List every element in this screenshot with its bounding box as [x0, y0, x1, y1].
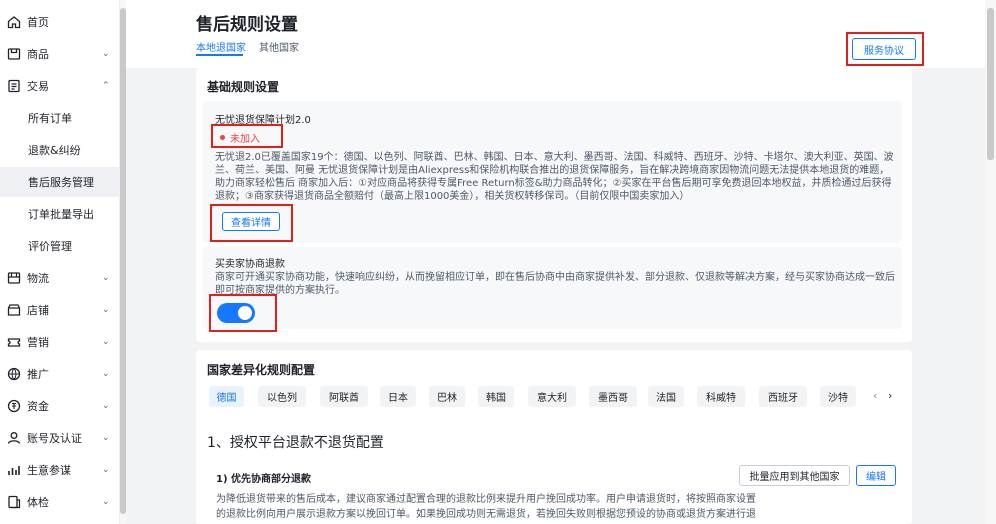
chevron-down-icon: ⌄: [102, 465, 110, 475]
main-scroll-thumb[interactable]: [987, 8, 994, 160]
country-tab-de[interactable]: 德国: [209, 386, 244, 407]
nav-label: 营销: [27, 336, 49, 349]
nav-label: 店铺: [27, 304, 49, 317]
country-tab-it[interactable]: 意大利: [528, 386, 576, 407]
nav-item-checkup[interactable]: 体检 ⌄: [0, 488, 120, 516]
nav-item-marketing[interactable]: 营销 ⌄: [0, 328, 120, 356]
chevron-down-icon: ⌄: [102, 337, 110, 347]
country-tab-fr[interactable]: 法国: [648, 386, 684, 407]
nav-item-home[interactable]: 首页: [0, 8, 120, 36]
guarantee-card: 无忧退货保障计划2.0 未加入 无忧退2.0已覆盖国家19个：德国、以色列、阿联…: [203, 101, 902, 243]
nav-label: 物流: [27, 272, 49, 285]
country-tab-il[interactable]: 以色列: [258, 386, 306, 407]
nav-label: 交易: [27, 80, 49, 93]
home-icon: [7, 16, 21, 29]
partial-refund-desc-line1: 为降低退货带来的售后成本，建议商家通过配置合理的退款比例来提升用户挽回成功率。用…: [216, 494, 756, 505]
section-title: 基础规则设置: [207, 80, 280, 94]
sidebar-scrollbar[interactable]: [120, 0, 126, 524]
country-tab-ae[interactable]: 阿联酋: [320, 386, 368, 407]
nav-item-store[interactable]: 店铺 ⌄: [0, 296, 120, 324]
chevron-down-icon: ⌄: [102, 369, 110, 379]
nav-label: 推广: [27, 368, 49, 381]
negotiate-card: 买卖家协商退款 商家可开通买家协商功能，快速响应纠纷，从而挽留相应订单，即在售后…: [203, 247, 902, 329]
nav-label: 体检: [27, 496, 49, 509]
country-tab-kw[interactable]: 科威特: [697, 386, 745, 407]
nav-label: 商品: [27, 48, 49, 61]
tab-local-return[interactable]: 本地退国家: [196, 39, 246, 54]
chevron-down-icon: ⌄: [102, 49, 110, 59]
checkup-icon: [8, 495, 21, 509]
country-tab-mx[interactable]: 墨西哥: [589, 386, 637, 407]
product-icon: [7, 48, 21, 60]
nav-label: 首页: [27, 16, 49, 29]
partial-refund-card: 1) 优先协商部分退款 批量应用到其他国家 编辑 为降低退货带来的售后成本，建议…: [203, 458, 905, 524]
nav-sub-aftersale[interactable]: 售后服务管理: [0, 167, 120, 197]
country-tab-es[interactable]: 西班牙: [759, 386, 807, 407]
ticket-icon: [7, 338, 21, 347]
section-title: 国家差异化规则配置: [207, 363, 316, 377]
country-tab-bh[interactable]: 巴林: [429, 386, 465, 407]
nav-item-trade[interactable]: 交易 ⌃: [0, 72, 120, 100]
sidebar: 首页 商品 ⌄ 交易 ⌃ 所有订单 退款&纠纷 售后服务管理 订单批量导出 评价…: [0, 0, 120, 524]
main-scrollbar[interactable]: [985, 0, 996, 524]
user-icon: [7, 432, 21, 444]
tab-active-indicator: [196, 54, 243, 56]
chevron-down-icon: ⌄: [102, 497, 110, 507]
highlight-box: [846, 32, 924, 66]
nav-label: 资金: [27, 400, 49, 413]
batch-apply-button[interactable]: 批量应用到其他国家: [739, 465, 850, 486]
nav-item-promote[interactable]: 推广 ⌄: [0, 360, 120, 388]
chevron-down-icon: ⌄: [102, 433, 110, 443]
page-title: 售后规则设置: [196, 15, 298, 35]
partial-refund-desc-line2: 的退款比例向用户展示退款方案以挽回订单。如果挽回成功则无需退货，若挽回失败则根据…: [216, 509, 756, 520]
config-heading: 1、授权平台退款不退货配置: [207, 435, 384, 451]
country-tab-sa[interactable]: 沙特: [820, 386, 856, 407]
chevron-up-icon: ⌃: [102, 81, 110, 91]
country-tab-jp[interactable]: 日本: [380, 386, 416, 407]
chevron-right-icon[interactable]: ›: [888, 389, 892, 402]
store-icon: [7, 304, 21, 316]
order-icon: [8, 79, 20, 93]
edit-button[interactable]: 编辑: [856, 465, 896, 486]
nav-item-funds[interactable]: 资金 ⌄: [0, 392, 120, 420]
chevron-down-icon: ⌄: [102, 305, 110, 315]
nav-item-logistics[interactable]: 物流 ⌄: [0, 264, 120, 292]
chevron-left-icon[interactable]: ‹: [873, 389, 877, 402]
negotiate-description: 商家可开通买家协商功能，快速响应纠纷，从而挽留相应订单，即在售后协商中由商家提供…: [215, 272, 895, 296]
nav-sub-all-orders[interactable]: 所有订单: [0, 103, 120, 133]
highlight-box: [210, 204, 293, 242]
guarantee-description: 无忧退2.0已覆盖国家19个：德国、以色列、阿联酋、巴林、韩国、日本、意大利、墨…: [215, 152, 894, 202]
nav-sub-refunds[interactable]: 退款&纠纷: [0, 135, 120, 165]
negotiate-title: 买卖家协商退款: [215, 259, 285, 270]
basic-rules-panel: 基础规则设置 无忧退货保障计划2.0 未加入 无忧退2.0已覆盖国家19个：德国…: [196, 68, 912, 342]
analytics-icon: [8, 466, 20, 475]
partial-refund-title: 1) 优先协商部分退款: [216, 474, 312, 485]
nav-sub-export[interactable]: 订单批量导出: [0, 199, 120, 229]
chevron-down-icon: ⌄: [102, 273, 110, 283]
truck-icon: [7, 272, 21, 284]
chevron-down-icon: ⌄: [102, 401, 110, 411]
highlight-box: [209, 294, 277, 332]
sidebar-scroll-thumb[interactable]: [120, 8, 126, 514]
nav-item-analytics[interactable]: 生意参谋 ⌄: [0, 456, 120, 484]
nav-label: 生意参谋: [27, 464, 71, 477]
nav-item-product[interactable]: 商品 ⌄: [0, 40, 120, 68]
nav-label: 账号及认证: [27, 432, 82, 445]
country-tab-kr[interactable]: 韩国: [478, 386, 514, 407]
promote-icon: [7, 367, 21, 381]
nav-item-account[interactable]: 账号及认证 ⌄: [0, 424, 120, 452]
money-icon: [7, 399, 21, 413]
tab-other-countries[interactable]: 其他国家: [259, 39, 299, 54]
highlight-box: [211, 124, 283, 148]
nav-sub-reviews[interactable]: 评价管理: [0, 231, 120, 261]
